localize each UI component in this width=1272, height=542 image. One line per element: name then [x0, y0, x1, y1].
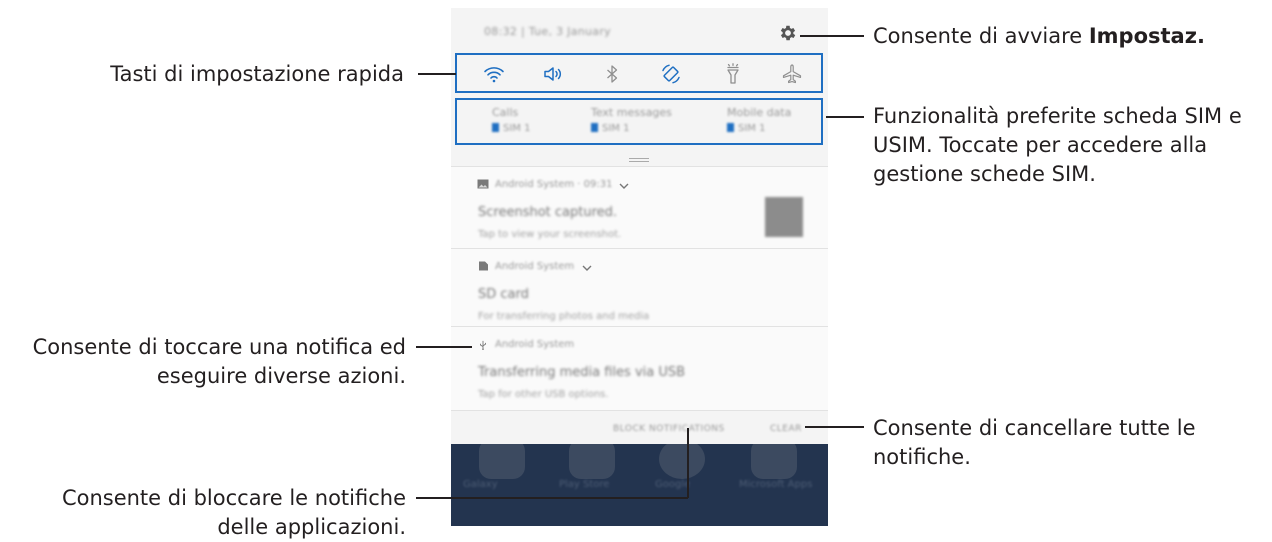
sim-data-label: Mobile data — [727, 106, 792, 119]
sim-calls-label: Calls — [492, 106, 519, 119]
quick-settings-bar — [455, 53, 823, 93]
annotation-quick-settings: Tasti di impostazione rapida — [110, 62, 404, 86]
notification-app-name: Android System — [495, 261, 575, 272]
auto-rotate-icon[interactable] — [659, 62, 683, 86]
sim-card-icon — [727, 123, 734, 132]
home-app-icon[interactable] — [479, 439, 525, 479]
sd-card-icon — [479, 261, 488, 271]
leader-line — [826, 116, 864, 118]
annotation-settings: Consente di avviare Impostaz. — [873, 24, 1205, 48]
leader-line — [418, 73, 456, 75]
sim-calls-value: SIM 1 — [503, 123, 531, 134]
sim-mobile-data[interactable]: Mobile data SIM 1 — [727, 106, 791, 134]
annotation-sim: Funzionalità preferite scheda SIM e USIM… — [873, 104, 1242, 186]
leader-line — [687, 428, 689, 498]
notification-app-name: Android System — [495, 339, 575, 350]
notification-panel-screenshot: Galaxy Play Store Google Microsoft Apps … — [451, 8, 828, 526]
screenshot-thumbnail — [765, 197, 803, 237]
home-app-label: Google — [655, 479, 691, 490]
notification-description: Tap for other USB options. — [478, 389, 609, 400]
home-app-label: Galaxy — [463, 479, 498, 490]
sim-text-value: SIM 1 — [602, 123, 630, 134]
status-bar: 08:32 | Tue, 3 January — [451, 8, 828, 58]
gear-icon[interactable] — [778, 23, 798, 43]
leader-line — [416, 346, 472, 348]
sim-card-icon — [591, 123, 598, 132]
notification-title: SD card — [478, 287, 529, 302]
panel-drag-handle[interactable] — [629, 158, 649, 162]
notification-title: Transferring media files via USB — [478, 365, 686, 380]
clear-button[interactable]: CLEAR — [770, 424, 802, 434]
notification-title: Screenshot captured. — [478, 205, 618, 220]
home-app-icon[interactable] — [751, 439, 797, 479]
notification-description: Tap to view your screenshot. — [478, 229, 622, 240]
notification-card[interactable]: Android System Transferring media files … — [451, 326, 828, 410]
annotation-notification: Consente di toccare una notifica ed eseg… — [32, 335, 406, 388]
annotation-block: Consente di bloccare le notifiche delle … — [61, 486, 406, 539]
sim-card-preferences[interactable]: Calls SIM 1 Text messages SIM 1 Mobile d… — [455, 98, 823, 145]
sim-text-label: Text messages — [591, 106, 672, 119]
usb-icon — [480, 340, 486, 350]
sound-icon[interactable] — [541, 62, 565, 86]
image-icon — [477, 179, 489, 189]
leader-line — [805, 426, 864, 428]
notification-app-name: Android System · 09:31 — [495, 179, 613, 190]
block-notifications-button[interactable]: BLOCK NOTIFICATIONS — [613, 424, 725, 434]
notification-panel: 08:32 | Tue, 3 January Calls SIM 1 Text … — [451, 8, 828, 444]
chevron-down-icon[interactable] — [619, 182, 629, 190]
flashlight-icon[interactable] — [721, 62, 745, 86]
sim-calls[interactable]: Calls SIM 1 — [492, 106, 530, 134]
sim-card-icon — [492, 123, 499, 132]
annotation-clear: Consente di cancellare tutte le notifich… — [873, 416, 1196, 469]
home-app-icon[interactable] — [659, 439, 705, 479]
sim-text-messages[interactable]: Text messages SIM 1 — [591, 106, 672, 134]
home-app-label: Microsoft Apps — [739, 479, 813, 490]
leader-line — [416, 497, 688, 499]
notification-actions-bar: BLOCK NOTIFICATIONS CLEAR — [451, 410, 828, 444]
chevron-down-icon[interactable] — [582, 264, 592, 272]
leader-line — [800, 35, 864, 37]
airplane-icon[interactable] — [780, 62, 804, 86]
wifi-icon[interactable] — [482, 62, 506, 86]
notification-description: For transferring photos and media — [478, 311, 650, 322]
status-time-date: 08:32 | Tue, 3 January — [484, 25, 611, 38]
home-app-icon[interactable] — [569, 439, 615, 479]
home-app-label: Play Store — [559, 479, 610, 490]
bluetooth-icon[interactable] — [600, 62, 624, 86]
notification-card[interactable]: Android System SD card For transferring … — [451, 248, 828, 326]
sim-data-value: SIM 1 — [738, 123, 766, 134]
notification-card[interactable]: Android System · 09:31 Screenshot captur… — [451, 166, 828, 248]
